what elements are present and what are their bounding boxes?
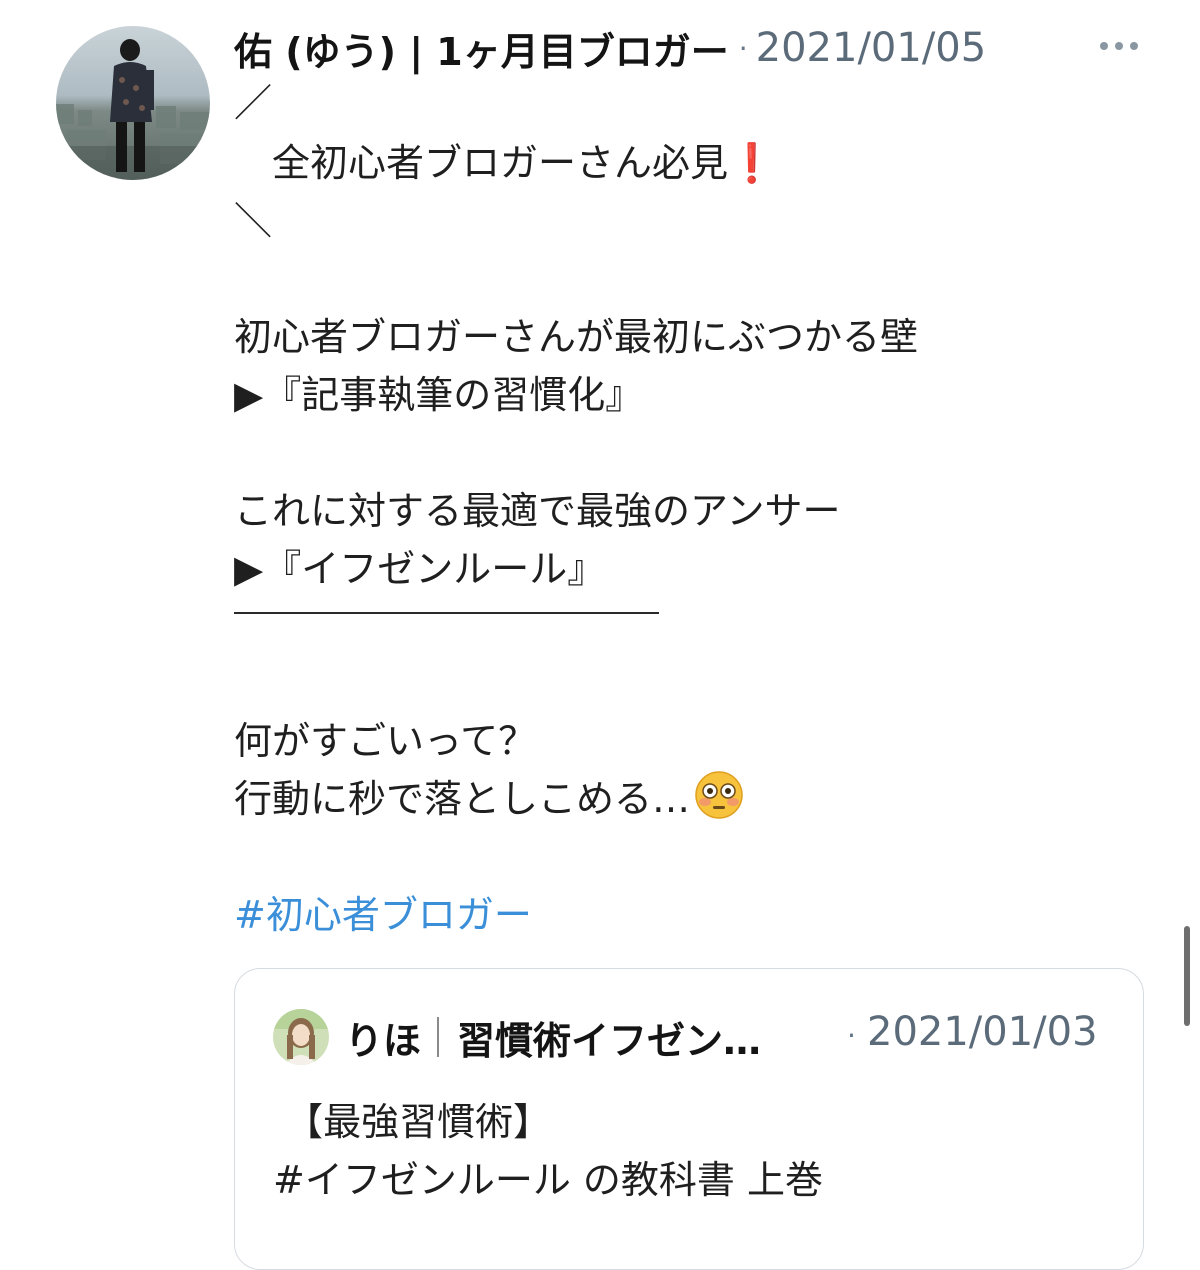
tweet-header: 佑 (ゆう) | 1ヶ月目ブロガー · 2021/01/05 xyxy=(234,20,986,76)
paragraph-1-line-2: ▶『記事執筆の習慣化』 xyxy=(234,373,644,417)
hashtag-link[interactable]: #初心者ブロガー xyxy=(234,884,532,939)
quoted-line-2: #イフゼンルール の教科書 上巻 xyxy=(273,1158,823,1202)
quoted-header: りほ 習慣術イフゼン… xyxy=(345,1007,761,1067)
quoted-line-1: 【最強習慣術】 xyxy=(273,1100,552,1144)
headline-line: 全初心者ブロガーさん必見❗ xyxy=(234,134,775,192)
deco-top-line: ／ xyxy=(234,81,273,125)
divider-line xyxy=(234,612,659,614)
more-options-button[interactable] xyxy=(1094,28,1144,64)
quoted-separator: · xyxy=(847,1019,856,1052)
scrollbar-thumb[interactable] xyxy=(1184,926,1190,1026)
paragraph-1-line-1: 初心者ブロガーさんが最初にぶつかる壁 xyxy=(234,315,919,359)
more-horizontal-icon xyxy=(1100,42,1138,50)
paragraph-2-line-2: ▶『イフゼンルール』 xyxy=(234,547,606,591)
flushed-face-icon xyxy=(695,771,743,819)
quoted-author-name[interactable]: りほ xyxy=(345,1010,421,1065)
paragraph-3-line-2: 行動に秒で落としこめる… xyxy=(234,777,691,821)
name-divider xyxy=(437,1017,440,1057)
quoted-author-handle[interactable]: 習慣術イフゼン… xyxy=(457,1010,761,1065)
tweet[interactable]: 佑 (ゆう) | 1ヶ月目ブロガー · 2021/01/05 ／ 全初心者ブロガ… xyxy=(0,0,1200,1270)
headline-text: 全初心者ブロガーさん必見 xyxy=(234,141,729,185)
paragraph-3-line-2-wrap: 行動に秒で落としこめる… xyxy=(234,770,744,828)
deco-bottom-line: ＼ xyxy=(234,199,273,243)
quoted-avatar-photo xyxy=(273,1009,329,1065)
paragraph-3-line-1: 何がすごいって？ xyxy=(234,719,537,763)
tweet-timestamp[interactable]: 2021/01/05 xyxy=(756,25,987,71)
header-separator: · xyxy=(738,31,748,65)
author-name[interactable]: 佑 (ゆう) | 1ヶ月目ブロガー xyxy=(234,21,729,76)
quoted-tweet-card[interactable]: りほ 習慣術イフゼン… · 2021/01/03 【最強習慣術】 #イフゼンルー… xyxy=(234,968,1144,1270)
quoted-author-avatar[interactable] xyxy=(273,1009,329,1065)
paragraph-2-line-1: これに対する最適で最強のアンサー xyxy=(234,489,841,533)
author-avatar[interactable] xyxy=(56,26,210,180)
quoted-timestamp[interactable]: 2021/01/03 xyxy=(867,1009,1098,1055)
avatar-photo xyxy=(56,26,210,180)
exclamation-icon: ❗ xyxy=(728,141,776,185)
